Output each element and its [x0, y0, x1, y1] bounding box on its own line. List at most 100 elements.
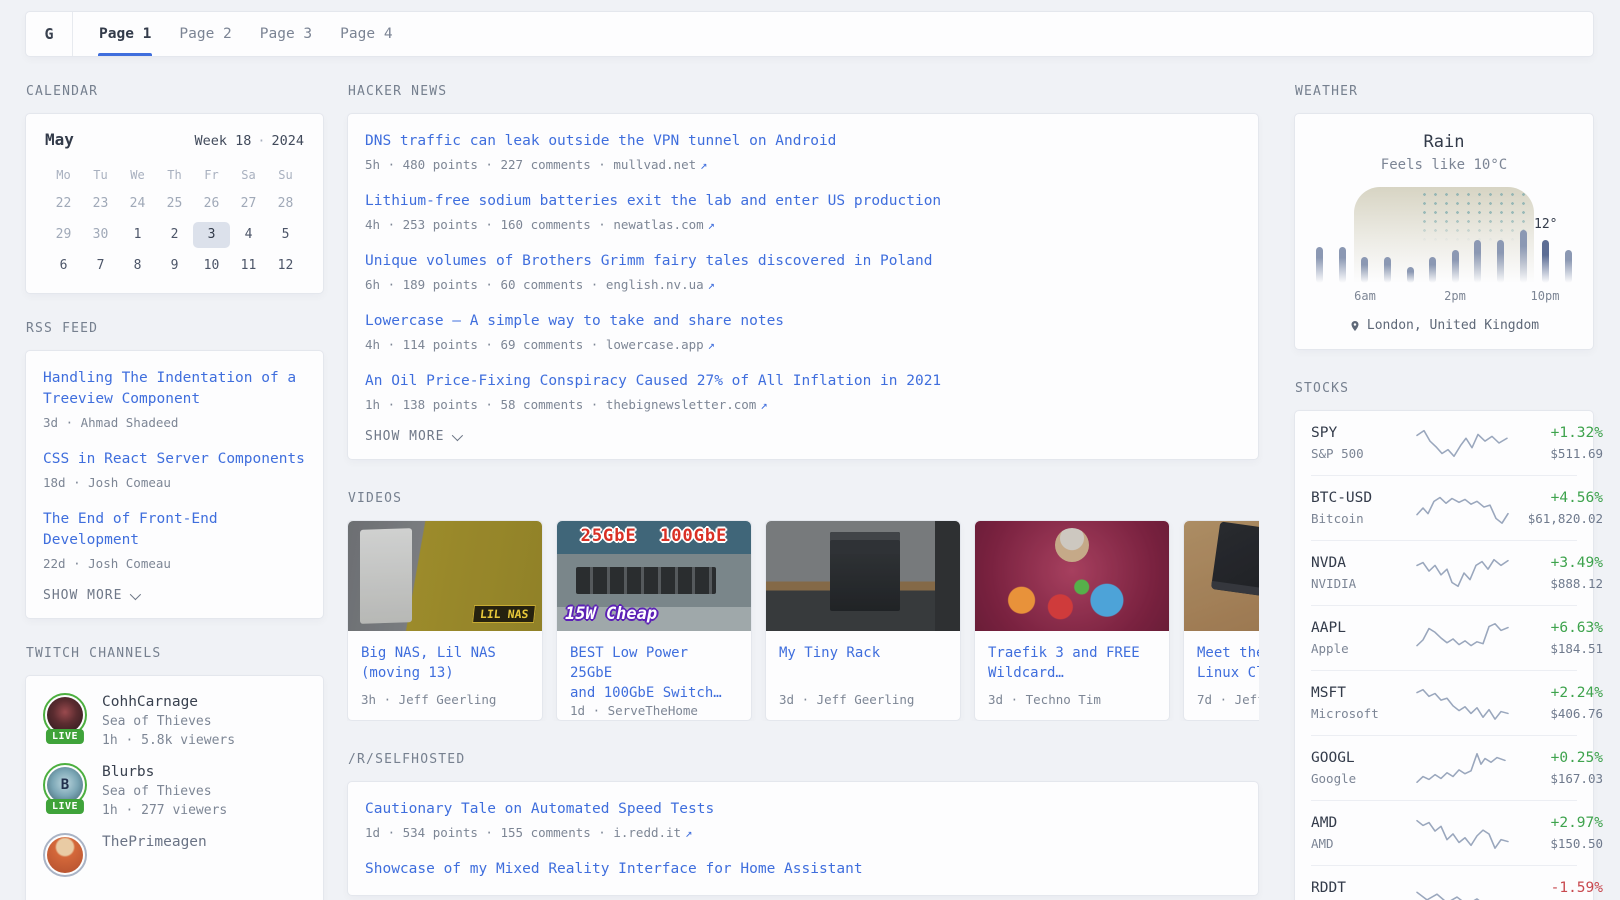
videos-title: VIDEOS	[348, 491, 1259, 506]
twitch-channel-row[interactable]: LIVE CohhCarnage Sea of Thieves 1h · 5.8…	[43, 693, 306, 748]
twitch-channel-row[interactable]: B LIVE Blurbs Sea of Thieves 1h · 277 vi…	[43, 763, 306, 818]
video-link[interactable]: Traefik 3 and FREE Wildcard…	[988, 643, 1156, 683]
reddit-post-link[interactable]: Cautionary Tale on Automated Speed Tests	[365, 799, 1241, 820]
external-link-icon: ↗	[760, 398, 767, 412]
video-link[interactable]: BEST Low Power 25GbE and 100GbE Switch…	[570, 643, 738, 703]
reddit-post: Cautionary Tale on Automated Speed Tests…	[365, 799, 1241, 840]
reddit-post-link[interactable]: Showcase of my Mixed Reality Interface f…	[365, 859, 1241, 880]
stock-symbol: SPY	[1311, 425, 1415, 441]
calendar-week-label: Week 18	[194, 133, 251, 149]
time-tick-label: 6am	[1354, 289, 1376, 303]
calendar-card: May Week 18·2024 Mo Tu	[25, 113, 324, 294]
temperature-bar	[1474, 240, 1481, 283]
weather-hour-column	[1407, 187, 1414, 283]
page-tab[interactable]: Page 1	[85, 12, 165, 56]
stock-symbol: BTC-USD	[1311, 490, 1415, 506]
stock-identity: GOOGL Google	[1311, 750, 1415, 786]
temperature-bar	[1361, 257, 1368, 283]
stock-price: $150.50	[1511, 836, 1603, 851]
rss-item-link[interactable]: CSS in React Server Components	[43, 449, 306, 470]
app-logo[interactable]: G	[26, 12, 73, 56]
calendar-day: 30	[82, 222, 119, 248]
weather-hour-column	[1565, 187, 1572, 283]
rss-item-meta: 3d · Ahmad Shadeed	[43, 415, 306, 430]
twitch-channel-name[interactable]: Blurbs	[102, 764, 227, 780]
hn-story: DNS traffic can leak outside the VPN tun…	[365, 131, 1241, 172]
hn-story-link[interactable]: Lowercase – A simple way to take and sha…	[365, 311, 1241, 332]
stock-sparkline	[1415, 424, 1511, 462]
temperature-bar	[1565, 250, 1572, 283]
rss-show-more-button[interactable]: SHOW MORE	[43, 588, 306, 603]
hn-story: Unique volumes of Brothers Grimm fairy t…	[365, 251, 1241, 292]
page-tab[interactable]: Page 2	[165, 12, 245, 56]
calendar-day-header: Su	[267, 164, 304, 186]
rss-item-link[interactable]: Handling The Indentation of a Treeview C…	[43, 368, 306, 410]
thumbnail-dim-overlay	[1184, 521, 1259, 631]
calendar-day: 29	[45, 222, 82, 248]
stock-symbol: RDDT	[1311, 880, 1415, 896]
stock-row[interactable]: RDDT -1.59%	[1311, 865, 1577, 900]
stock-row[interactable]: MSFT Microsoft +2.24%	[1311, 670, 1577, 735]
stock-sparkline	[1415, 619, 1511, 657]
video-card[interactable]: FAS Meet the Linux Clu 7d · Jeff Geerlin…	[1183, 520, 1259, 721]
hackernews-section: HACKER NEWS DNS traffic can leak outside…	[347, 84, 1259, 460]
thumbnail-dim-overlay	[766, 521, 960, 631]
video-card[interactable]: Traefik 3 and FREE Wildcard… 3d · Techno…	[974, 520, 1170, 721]
calendar-grid: Mo Tu We Th Fr Sa	[45, 164, 304, 279]
weather-hourly-chart: 12°	[1316, 187, 1572, 283]
time-tick-label: 10pm	[1531, 289, 1560, 303]
stock-name: Google	[1311, 771, 1415, 786]
stock-row[interactable]: NVDA NVIDIA +3.49%	[1311, 540, 1577, 605]
video-link[interactable]: Big NAS, Lil NAS (moving 13)	[361, 643, 529, 683]
hn-story-link[interactable]: An Oil Price-Fixing Conspiracy Caused 27…	[365, 371, 1241, 392]
twitch-title: TWITCH CHANNELS	[26, 646, 324, 661]
video-card-body: Big NAS, Lil NAS (moving 13) 3h · Jeff G…	[348, 631, 542, 720]
hackernews-card: DNS traffic can leak outside the VPN tun…	[347, 113, 1259, 460]
calendar-day: 5	[267, 222, 304, 248]
stock-symbol: MSFT	[1311, 685, 1415, 701]
calendar-day: 1	[119, 222, 156, 248]
hn-show-more-button[interactable]: SHOW MORE	[365, 429, 1241, 444]
rss-item-link[interactable]: The End of Front-End Development	[43, 509, 306, 551]
hn-story: An Oil Price-Fixing Conspiracy Caused 27…	[365, 371, 1241, 412]
video-card[interactable]: LIL NAS Big NAS, Lil NAS (moving 13) 3h …	[347, 520, 543, 721]
external-link-icon: ↗	[708, 218, 715, 232]
video-link[interactable]: My Tiny Rack	[779, 643, 947, 663]
twitch-channel-name[interactable]: ThePrimeagen	[102, 834, 207, 850]
twitch-channel-row[interactable]: ThePrimeagen	[43, 833, 306, 881]
dot-separator: ·	[257, 133, 265, 149]
stock-identity: MSFT Microsoft	[1311, 685, 1415, 721]
stock-price: $167.03	[1511, 771, 1603, 786]
calendar-day: 7	[82, 253, 119, 279]
stock-row[interactable]: AAPL Apple +6.63% $	[1311, 605, 1577, 670]
page-tab[interactable]: Page 4	[326, 12, 406, 56]
stock-row[interactable]: BTC-USD Bitcoin +4.56%	[1311, 475, 1577, 540]
stock-name: AMD	[1311, 836, 1415, 851]
hn-story-link[interactable]: DNS traffic can leak outside the VPN tun…	[365, 131, 1241, 152]
stock-row[interactable]: SPY S&P 500 +1.32%	[1311, 411, 1577, 475]
stock-row[interactable]: AMD AMD +2.97% $150	[1311, 800, 1577, 865]
twitch-channel-name[interactable]: CohhCarnage	[102, 694, 235, 710]
video-card[interactable]: My Tiny Rack 3d · Jeff Geerling	[765, 520, 961, 721]
stock-change: +0.25%	[1511, 750, 1603, 766]
page-tab[interactable]: Page 3	[246, 12, 326, 56]
twitch-section: TWITCH CHANNELS LIVE	[25, 646, 324, 900]
twitch-channel-info: CohhCarnage Sea of Thieves 1h · 5.8k vie…	[102, 693, 235, 748]
temperature-bar	[1429, 257, 1436, 283]
video-link[interactable]: Meet the Linux Clu	[1197, 643, 1259, 683]
weather-feels-like: Feels like 10°C	[1311, 157, 1577, 173]
videos-section: VIDEOS LIL NAS Big NAS, Lil NAS (moving …	[347, 491, 1259, 721]
weather-hour-column	[1361, 187, 1368, 283]
temperature-bar	[1497, 240, 1504, 283]
twitch-channel-info: ThePrimeagen	[102, 833, 207, 881]
twitch-channel-game: Sea of Thieves	[102, 784, 227, 799]
calendar-day: 25	[156, 191, 193, 217]
hn-story-link[interactable]: Unique volumes of Brothers Grimm fairy t…	[365, 251, 1241, 272]
temperature-bar	[1407, 267, 1414, 283]
stock-name: Apple	[1311, 641, 1415, 656]
stock-row[interactable]: GOOGL Google +0.25%	[1311, 735, 1577, 800]
video-card[interactable]: 25GbE 100GbE 15W Cheap BEST Low Power 25…	[556, 520, 752, 721]
video-card-body: Traefik 3 and FREE Wildcard… 3d · Techno…	[975, 631, 1169, 720]
hn-story-link[interactable]: Lithium-free sodium batteries exit the l…	[365, 191, 1241, 212]
video-carousel: LIL NAS Big NAS, Lil NAS (moving 13) 3h …	[347, 520, 1259, 721]
